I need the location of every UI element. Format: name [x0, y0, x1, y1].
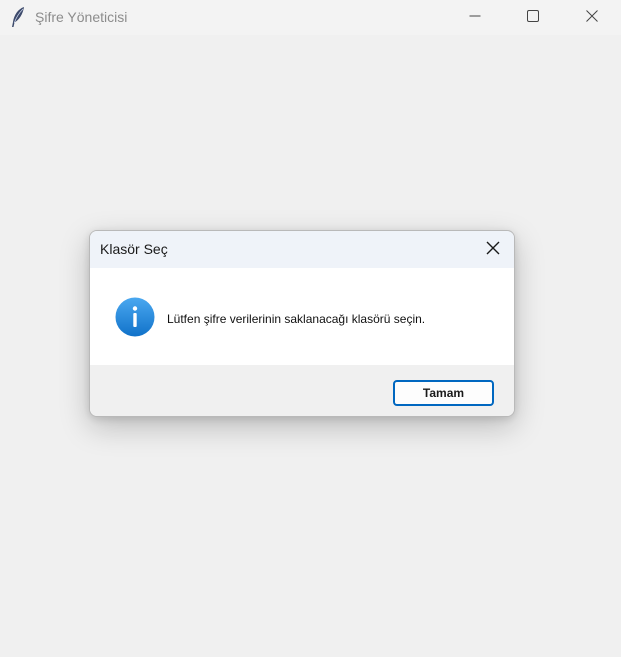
- dialog-close-button[interactable]: [478, 235, 508, 265]
- dialog-body: Lütfen şifre verilerinin saklanacağı kla…: [90, 268, 514, 365]
- minimize-button[interactable]: [446, 0, 504, 35]
- close-button[interactable]: [563, 0, 621, 35]
- maximize-icon: [527, 9, 539, 27]
- ok-button[interactable]: Tamam: [393, 380, 494, 406]
- dialog-title: Klasör Seç: [100, 241, 168, 257]
- close-icon: [586, 9, 598, 27]
- main-window: Şifre Yöneticisi Klasör Seç Lütfen şifre…: [0, 0, 621, 657]
- minimize-icon: [469, 9, 481, 27]
- feather-icon: [9, 6, 27, 28]
- info-icon: [115, 297, 155, 337]
- window-title: Şifre Yöneticisi: [35, 9, 128, 25]
- window-titlebar[interactable]: Şifre Yöneticisi: [0, 0, 621, 35]
- dialog-titlebar[interactable]: Klasör Seç: [90, 231, 514, 268]
- maximize-button[interactable]: [504, 0, 562, 35]
- dialog-footer: Tamam: [90, 365, 514, 416]
- message-dialog: Klasör Seç Lütfen şifre verilerinin sakl…: [89, 230, 515, 417]
- dialog-message: Lütfen şifre verilerinin saklanacağı kla…: [167, 312, 426, 326]
- close-icon: [486, 241, 500, 260]
